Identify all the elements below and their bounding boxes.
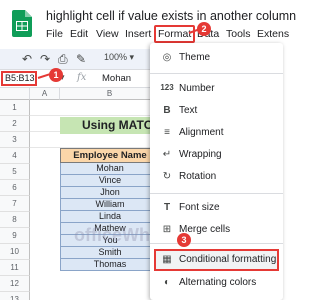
fx-icon: fx	[77, 72, 87, 83]
table-cell[interactable]: Jhon	[60, 187, 160, 199]
bold-icon: B	[163, 105, 171, 116]
row-header[interactable]: 6	[0, 180, 30, 196]
menu-item-theme[interactable]: ◎ Theme	[150, 47, 283, 69]
table-cell[interactable]: William	[60, 199, 160, 211]
palette-icon: ◎	[162, 52, 172, 63]
column-header-a[interactable]: A	[30, 88, 60, 100]
menu-divider	[150, 193, 283, 194]
menu-view[interactable]: View	[96, 28, 119, 40]
alternating-colors-icon: ◐	[163, 277, 171, 288]
document-title[interactable]: highlight cell if value exists in anothe…	[46, 9, 296, 23]
step-badge-2: 2	[197, 22, 211, 36]
table-cell[interactable]: Mohan	[60, 163, 160, 175]
menu-item-font-size[interactable]: T Font size	[150, 197, 283, 219]
menu-divider	[150, 73, 283, 74]
wrap-icon: ↵	[162, 149, 172, 160]
menu-tools[interactable]: Tools	[226, 28, 251, 40]
format-menu: ◎ Theme 123 Number B Text ≡ Alignment ↵ …	[150, 43, 283, 300]
title-bar: highlight cell if value exists in anothe…	[0, 0, 296, 48]
menu-extensions[interactable]: Extens	[257, 28, 289, 40]
menu-item-number[interactable]: 123 Number	[150, 78, 283, 100]
menu-item-alignment[interactable]: ≡ Alignment	[150, 122, 283, 144]
sheets-logo-icon[interactable]	[12, 10, 32, 37]
row-header[interactable]: 2	[0, 116, 30, 132]
menu-item-rotation[interactable]: ↻ Rotation	[150, 166, 283, 188]
menu-file[interactable]: File	[46, 28, 63, 40]
zoom-value: 100%	[104, 52, 128, 62]
row-header[interactable]: 9	[0, 228, 30, 244]
row-header[interactable]: 4	[0, 148, 30, 164]
row-header[interactable]: 12	[0, 276, 30, 292]
sheet-title-cell[interactable]: Using MATCH	[60, 117, 160, 134]
redo-icon[interactable]: ↷	[40, 52, 50, 66]
menu-item-label: Number	[179, 83, 215, 94]
column-header-b[interactable]: B	[60, 88, 160, 100]
table-cell[interactable]: Smith	[60, 247, 160, 259]
number-icon: 123	[160, 83, 174, 92]
conditional-format-icon: ▦	[162, 254, 172, 265]
row-header[interactable]: 1	[0, 100, 30, 116]
menu-insert[interactable]: Insert	[125, 28, 151, 40]
name-box[interactable]: B5:B13	[1, 71, 37, 86]
row-header[interactable]: 8	[0, 212, 30, 228]
menu-item-label: Wrapping	[179, 149, 222, 160]
table-cell[interactable]: Thomas	[60, 259, 160, 271]
undo-icon[interactable]: ↶	[22, 52, 32, 66]
menu-item-label: Text	[179, 105, 198, 116]
merge-icon: ⊞	[162, 224, 172, 235]
menu-item-conditional-formatting[interactable]: ▦ Conditional formatting	[154, 249, 279, 271]
table-cell[interactable]: Linda	[60, 211, 160, 223]
row-header[interactable]: 3	[0, 132, 30, 148]
paint-format-icon[interactable]: ✎	[76, 52, 86, 66]
menu-item-label: Alignment	[179, 127, 224, 138]
font-size-icon: T	[163, 202, 171, 213]
rotate-icon: ↻	[162, 171, 172, 182]
zoom-select[interactable]: 100% ▾	[104, 52, 134, 63]
menu-item-label: Alternating colors	[179, 277, 257, 288]
menu-item-alternating-colors[interactable]: ◐ Alternating colors	[150, 272, 283, 294]
menu-item-wrapping[interactable]: ↵ Wrapping	[150, 144, 283, 166]
row-header[interactable]: 13	[0, 292, 30, 300]
menu-item-label: Rotation	[179, 171, 217, 182]
row-header[interactable]: 11	[0, 260, 30, 276]
table-header-cell[interactable]: Employee Name	[60, 148, 160, 163]
menu-item-label: Font size	[179, 202, 220, 213]
menu-divider	[150, 243, 283, 244]
select-all-corner[interactable]	[0, 88, 30, 100]
menu-item-label: Theme	[179, 52, 211, 63]
menu-edit[interactable]: Edit	[70, 28, 88, 40]
print-icon[interactable]: ⎙	[58, 52, 68, 67]
formula-input[interactable]: Mohan	[102, 73, 131, 84]
align-icon: ≡	[164, 127, 170, 138]
table-cell[interactable]: Vince	[60, 175, 160, 187]
menu-item-merge-cells[interactable]: ⊞ Merge cells	[150, 219, 283, 241]
row-header[interactable]: 10	[0, 244, 30, 260]
row-header[interactable]: 5	[0, 164, 30, 180]
step-badge-3: 3	[177, 233, 191, 247]
menu-item-label: Conditional formatting	[179, 254, 277, 265]
step-badge-1: 1	[49, 68, 63, 82]
menu-item-text[interactable]: B Text	[150, 100, 283, 122]
row-header[interactable]: 7	[0, 196, 30, 212]
